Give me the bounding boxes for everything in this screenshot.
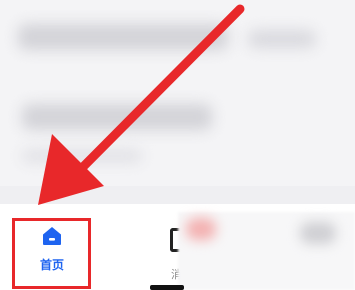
app-screen: 首页 消 — [0, 0, 355, 290]
blurred-text-line — [248, 30, 316, 48]
home-indicator — [150, 285, 184, 290]
home-icon — [43, 227, 61, 245]
tab-home[interactable]: 首页 — [12, 216, 92, 290]
blurred-text-line — [18, 24, 228, 50]
blurred-text-line — [22, 104, 212, 130]
blurred-text-line — [22, 150, 142, 162]
tab-home-label: 首页 — [39, 258, 64, 272]
section-divider — [0, 186, 355, 204]
blurred-content-area — [0, 0, 355, 186]
blurred-icon — [300, 222, 336, 244]
blurred-badge — [186, 218, 216, 240]
